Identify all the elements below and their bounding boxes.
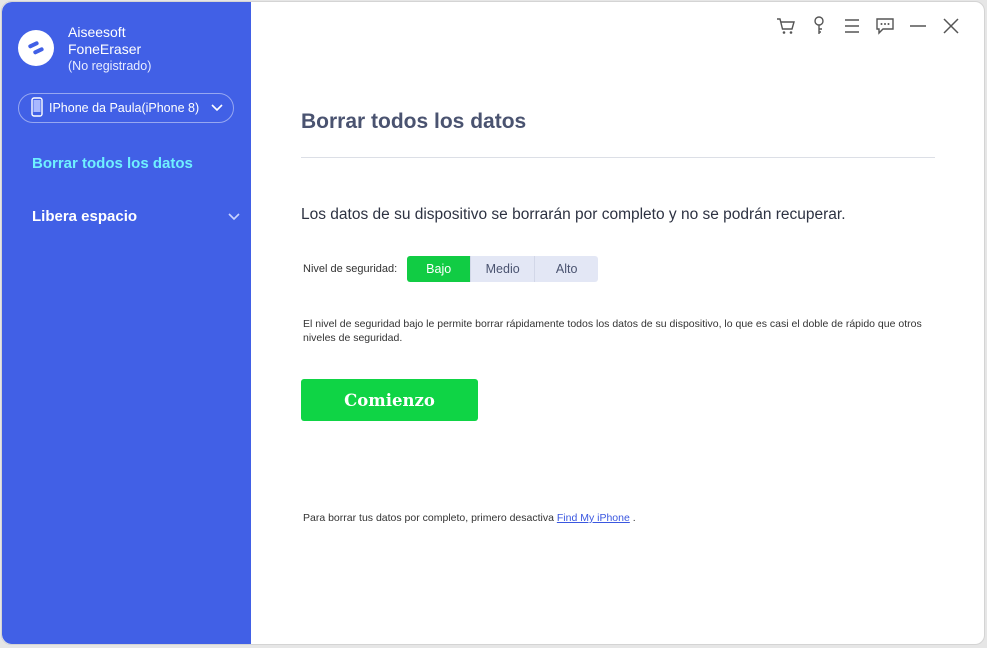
divider bbox=[301, 157, 935, 158]
footer-text: Para borrar tus datos por completo, prim… bbox=[303, 512, 557, 524]
description-text: Los datos de su dispositivo se borrarán … bbox=[301, 206, 846, 223]
menu-icon[interactable] bbox=[841, 15, 863, 37]
feedback-icon[interactable] bbox=[874, 15, 896, 37]
security-option-bajo[interactable]: Bajo bbox=[407, 256, 471, 282]
key-icon[interactable] bbox=[808, 15, 830, 37]
start-button[interactable]: Comienzo bbox=[301, 379, 478, 421]
find-my-iphone-link[interactable]: Find My iPhone bbox=[557, 512, 630, 524]
sidebar: Aiseesoft FoneEraser (No registrado) IPh… bbox=[2, 2, 251, 644]
close-icon[interactable] bbox=[940, 15, 962, 37]
chevron-down-icon bbox=[228, 208, 240, 225]
brand: Aiseesoft FoneEraser (No registrado) bbox=[18, 24, 151, 75]
footer-suffix: . bbox=[629, 512, 636, 524]
security-level-selector: Bajo Medio Alto bbox=[407, 256, 599, 282]
registration-status: (No registrado) bbox=[68, 59, 152, 73]
sidebar-item-label: Borrar todos los datos bbox=[32, 155, 193, 172]
sidebar-item-label: Libera espacio bbox=[32, 208, 138, 225]
security-option-medio[interactable]: Medio bbox=[470, 256, 535, 282]
chevron-down-icon bbox=[211, 101, 223, 115]
phone-icon bbox=[31, 96, 43, 120]
footer-note: Para borrar tus datos por completo, prim… bbox=[303, 512, 636, 524]
cart-icon[interactable] bbox=[775, 15, 797, 37]
app-window: Aiseesoft FoneEraser (No registrado) IPh… bbox=[1, 1, 985, 645]
product-name: FoneEraser bbox=[68, 41, 142, 57]
device-name: IPhone da Paula(iPhone 8) bbox=[49, 101, 200, 115]
device-selector[interactable]: IPhone da Paula(iPhone 8) bbox=[18, 93, 234, 123]
security-option-alto[interactable]: Alto bbox=[534, 256, 599, 282]
sidebar-item-libera-espacio[interactable]: Libera espacio bbox=[32, 208, 240, 225]
app-logo-icon bbox=[18, 30, 54, 66]
brand-name: Aiseesoft bbox=[68, 24, 126, 40]
minimize-icon[interactable] bbox=[907, 15, 929, 37]
page-title: Borrar todos los datos bbox=[301, 110, 527, 133]
security-level-row: Nivel de seguridad: Bajo Medio Alto bbox=[303, 256, 599, 282]
security-level-label: Nivel de seguridad: bbox=[303, 263, 398, 275]
sidebar-item-borrar-todos[interactable]: Borrar todos los datos bbox=[32, 155, 193, 172]
title-bar-controls bbox=[775, 15, 962, 37]
security-note: El nivel de seguridad bajo le permite bo… bbox=[303, 318, 922, 344]
